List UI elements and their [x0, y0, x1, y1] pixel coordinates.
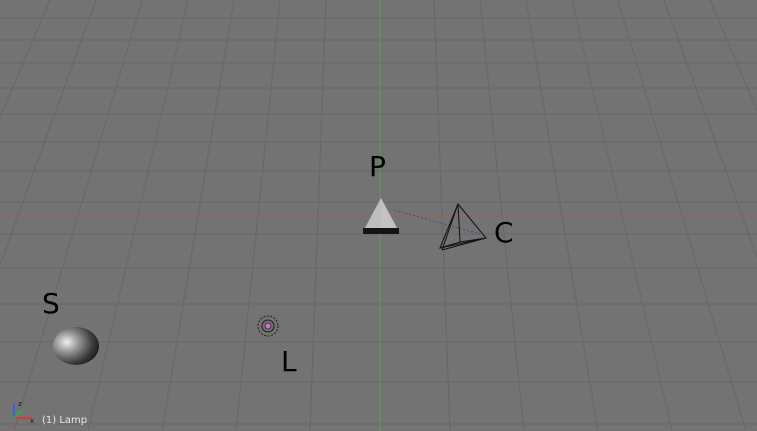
sphere-label: S	[42, 287, 60, 320]
camera-object[interactable]	[380, 200, 492, 258]
pyramid-label: P	[369, 150, 386, 183]
axis-z-label: z	[18, 400, 22, 408]
sphere-object[interactable]	[52, 326, 100, 366]
3d-viewport[interactable]: P C S L z x (1) Lamp	[0, 0, 757, 431]
lamp-label: L	[281, 345, 297, 378]
axis-x-label: x	[30, 417, 34, 424]
camera-label: C	[494, 216, 514, 249]
axis-gizmo-icon: z x	[13, 400, 34, 424]
lamp-object[interactable]	[255, 314, 281, 340]
viewport-status-text: (1) Lamp	[42, 415, 88, 426]
